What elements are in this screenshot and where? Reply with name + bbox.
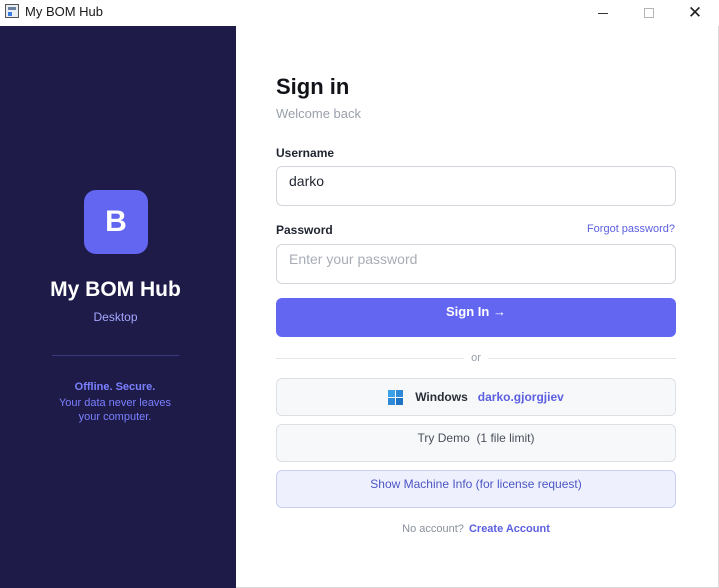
windows-label: Windows [415,390,468,404]
minimize-button[interactable] [580,0,626,26]
divider-right [488,358,676,359]
close-icon: ✕ [687,3,703,23]
divider-left [276,358,464,359]
brand-name: My BOM Hub [50,278,181,301]
create-account-link[interactable]: Create Account [469,523,550,535]
minimize-icon [598,12,608,14]
brand-divider [52,355,179,356]
maximize-button[interactable] [626,0,672,26]
password-input[interactable] [276,244,676,284]
windows-username: darko.gjorgjiev [477,390,564,404]
forgot-password-link[interactable]: Forgot password? [587,223,675,235]
app-icon [5,4,19,18]
tagline-text: Your data never leaves your computer. [0,396,230,424]
tagline-rest: Your data never leaves your computer. [58,397,172,423]
windows-logo-icon [388,389,404,405]
logo: B [84,190,148,254]
account-footer: No account? Create Account [276,523,676,535]
username-label: Username [276,146,335,160]
page-subtitle: Welcome back [276,106,362,121]
maximize-icon [644,8,654,18]
close-button[interactable]: ✕ [672,0,718,26]
window-title: My BOM Hub [25,4,104,19]
sign-in-button[interactable]: Sign In → [276,298,676,337]
tagline-bold: Offline. Secure. [74,381,156,393]
try-demo-button[interactable]: Try Demo (1 file limit) [276,424,676,462]
signin-form: Sign in Welcome back Username Password F… [276,26,676,588]
brand-panel: B My BOM Hub Desktop Offline. Secure. Yo… [0,26,236,588]
logo-letter: B [105,205,127,238]
title-bar[interactable]: My BOM Hub ✕ [0,0,719,26]
page-title: Sign in [276,74,350,99]
windows-signin-button[interactable]: Windows darko.gjorgjiev [276,378,676,416]
password-label: Password [276,223,333,237]
app-window: My BOM Hub ✕ B My BOM Hub Desktop Offlin… [0,0,719,588]
or-separator: or [471,352,481,364]
brand-subtitle: Desktop [93,310,138,324]
no-account-text: No account? [402,523,464,535]
username-input[interactable] [276,166,676,206]
machine-info-button[interactable]: Show Machine Info (for license request) [276,470,676,508]
